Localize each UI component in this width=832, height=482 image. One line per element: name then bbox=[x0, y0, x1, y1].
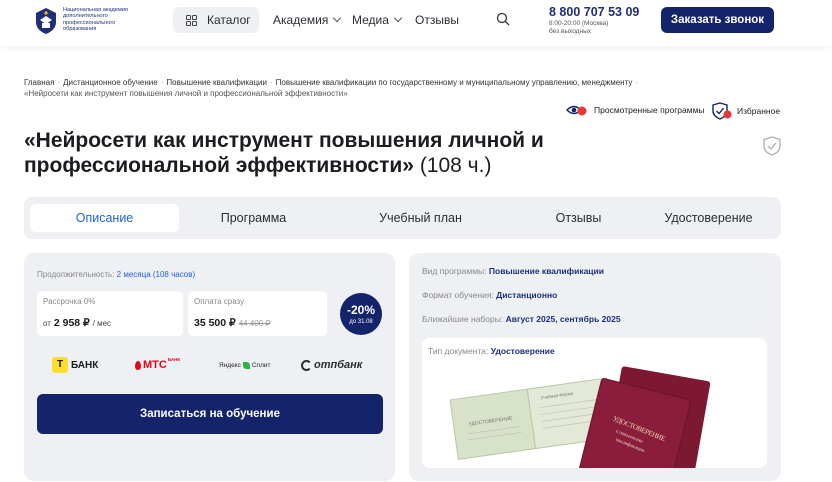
tbank-mark: Т bbox=[52, 357, 68, 373]
nav-academy-label: Академия bbox=[273, 13, 329, 27]
tab-program[interactable]: Программа bbox=[179, 204, 328, 232]
favorite-shield-icon bbox=[712, 102, 732, 120]
next-intake-row: Ближайшие наборы: Август 2025, сентябрь … bbox=[422, 314, 621, 324]
program-info-card: Вид программы: Повышение квалификации Фо… bbox=[409, 253, 781, 481]
catalog-label: Каталог bbox=[207, 13, 251, 27]
tab-curriculum[interactable]: Учебный план bbox=[346, 204, 495, 232]
full-price: 35 500 ₽ bbox=[194, 317, 236, 329]
nav-reviews[interactable]: Отзывы bbox=[415, 13, 459, 27]
tab-reviews[interactable]: Отзывы bbox=[504, 204, 653, 232]
breadcrumb: Главная · Дистанционное обучение · Повышение… bbox=[24, 77, 764, 99]
grid-icon bbox=[186, 14, 197, 26]
program-type-label: Вид программы: bbox=[422, 266, 487, 276]
favorites-link[interactable]: Избранное bbox=[712, 102, 780, 120]
next-intake-value: Август 2025, сентябрь 2025 bbox=[505, 314, 621, 324]
nav-academy[interactable]: Академия bbox=[273, 13, 342, 27]
tbank-name: БАНК bbox=[71, 359, 99, 371]
chevron-down-icon bbox=[393, 13, 403, 23]
days-line: без выходных bbox=[549, 27, 591, 35]
discount-until: до 31.08 bbox=[349, 319, 373, 325]
full-payment-box[interactable]: Оплата сразу 35 500 ₽44 400 ₽ bbox=[188, 291, 327, 336]
request-call-button[interactable]: Заказать звонок bbox=[661, 7, 774, 33]
study-format-value: Дистанционно bbox=[496, 290, 558, 300]
tab-certificate[interactable]: Удостоверение bbox=[634, 204, 783, 232]
yandex-name: Яндекс bbox=[219, 361, 241, 369]
catalog-button[interactable]: Каталог bbox=[173, 7, 259, 33]
mts-name: МТС bbox=[143, 359, 167, 371]
viewed-programs-link[interactable]: Просмотренные программы bbox=[566, 102, 705, 118]
installment-price: от 2 958 ₽ / мес bbox=[43, 317, 111, 329]
mts-bank-logo: МТС БАНК bbox=[135, 357, 180, 373]
page-title: «Нейросети как инструмент повышения личн… bbox=[24, 128, 584, 178]
hours-line: 8:00-20:00 (Москва) bbox=[549, 20, 609, 27]
installment-value: 2 958 ₽ bbox=[53, 317, 90, 329]
otp-bank-logo: отпбанк bbox=[301, 357, 362, 373]
installment-label: Рассрочка 0% bbox=[43, 297, 96, 306]
title-line-1: «Нейросети как инструмент повышения личн… bbox=[24, 129, 544, 152]
academy-emblem-icon bbox=[36, 8, 56, 34]
pricing-card: Продолжительность: 2 месяца (108 часов) … bbox=[24, 253, 395, 481]
full-payment-price: 35 500 ₽44 400 ₽ bbox=[194, 317, 271, 329]
certificate-image: УДОСТОВЕРЕНИЕ Учебная Форма УДОСТОВЕРЕНИ… bbox=[449, 366, 711, 468]
program-type-row: Вид программы: Повышение квалификации bbox=[422, 266, 604, 276]
eye-icon bbox=[566, 105, 587, 116]
tbank-logo: Т БАНК bbox=[52, 357, 98, 373]
breadcrumb-separator: · bbox=[160, 78, 164, 87]
otp-name: отпбанк bbox=[314, 359, 363, 371]
logo-text: Национальная академия дополнительного пр… bbox=[63, 7, 128, 33]
tab-description[interactable]: Описание bbox=[30, 204, 179, 232]
favorites-label: Избранное bbox=[737, 106, 781, 116]
breadcrumb-separator: · bbox=[269, 78, 273, 87]
installment-box[interactable]: Рассрочка 0% от 2 958 ₽ / мес bbox=[37, 291, 183, 336]
full-payment-label: Оплата сразу bbox=[194, 297, 245, 306]
breadcrumb-current: «Нейросети как инструмент повышения личн… bbox=[24, 89, 348, 98]
title-line-2-text: профессиональной эффективности» bbox=[24, 154, 414, 177]
academy-logo[interactable]: Национальная академия дополнительного пр… bbox=[33, 7, 135, 35]
working-hours: 8:00-20:00 (Москва) без выходных bbox=[549, 20, 608, 35]
old-price: 44 400 ₽ bbox=[238, 319, 271, 328]
breadcrumb-item[interactable]: Дистанционное обучение bbox=[63, 78, 158, 87]
next-intake-label: Ближайшие наборы: bbox=[422, 314, 504, 324]
add-to-favorites-icon[interactable] bbox=[763, 136, 781, 156]
installment-prefix: от bbox=[43, 319, 51, 328]
document-card: Тип документа: Удостоверение УДОСТОВЕРЕН… bbox=[422, 338, 767, 468]
viewed-programs-label: Просмотренные программы bbox=[594, 105, 705, 115]
discount-percent: -20% bbox=[346, 303, 375, 317]
duration-value: 2 месяца (108 часов) bbox=[116, 270, 196, 279]
phone-number[interactable]: 8 800 707 53 09 bbox=[549, 5, 639, 19]
nav-reviews-label: Отзывы bbox=[415, 13, 459, 27]
breadcrumb-item[interactable]: Главная bbox=[24, 78, 54, 87]
title-hours: (108 ч.) bbox=[419, 154, 492, 177]
yandex-split-logo: Яндекс Сплит bbox=[219, 357, 270, 373]
duration-label: Продолжительность: bbox=[37, 270, 115, 279]
nav-media-label: Медиа bbox=[352, 13, 389, 27]
nav-media[interactable]: Медиа bbox=[352, 13, 403, 27]
breadcrumb-separator: · bbox=[57, 78, 61, 87]
enroll-button[interactable]: Записаться на обучение bbox=[37, 394, 383, 434]
chevron-down-icon bbox=[333, 13, 342, 23]
breadcrumb-item[interactable]: Повышение квалификации по государственно… bbox=[276, 78, 633, 87]
installment-unit: / мес bbox=[92, 319, 112, 328]
program-type-value: Повышение квалификации bbox=[488, 266, 604, 276]
mts-suffix: БАНК bbox=[167, 357, 181, 362]
split-name: Сплит bbox=[251, 361, 271, 369]
duration-row: Продолжительность: 2 месяца (108 часов) bbox=[37, 270, 195, 279]
split-leaf-icon bbox=[242, 361, 250, 369]
discount-badge: -20% до 31.08 bbox=[340, 293, 382, 335]
title-line-2: профессиональной эффективности» (108 ч.) bbox=[24, 153, 584, 178]
study-format-label: Формат обучения: bbox=[422, 290, 494, 300]
breadcrumb-item[interactable]: Повышение квалификации bbox=[166, 78, 267, 87]
mts-egg-icon bbox=[135, 360, 141, 370]
site-header: Национальная академия дополнительного пр… bbox=[0, 0, 832, 46]
otp-swirl-icon bbox=[301, 359, 312, 371]
search-icon[interactable] bbox=[496, 12, 510, 26]
program-tabs: Описание Программа Учебный план Отзывы У… bbox=[24, 197, 781, 239]
study-format-row: Формат обучения: Дистанционно bbox=[422, 290, 557, 300]
breadcrumb-separator: · bbox=[635, 78, 639, 87]
